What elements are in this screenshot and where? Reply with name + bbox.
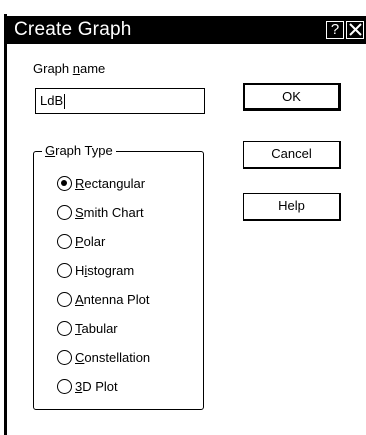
radio-button[interactable]	[57, 205, 72, 220]
radio-button[interactable]	[57, 292, 72, 307]
help-dialog-button[interactable]: Help	[243, 193, 341, 221]
dialog-body: Graph name LdB OK Cancel Help Graph Type…	[7, 44, 366, 435]
close-icon	[348, 23, 362, 36]
radio-label: Antenna Plot	[75, 292, 150, 307]
graph-name-input[interactable]: LdB	[35, 88, 205, 114]
radio-label: Rectangular	[75, 176, 146, 191]
help-button[interactable]: ?	[326, 21, 344, 39]
text-caret	[64, 94, 66, 110]
question-icon: ?	[330, 21, 340, 38]
radio-button[interactable]	[57, 176, 72, 191]
radio-button[interactable]	[57, 379, 72, 394]
radio-label: Histogram	[75, 263, 135, 278]
radio-button[interactable]	[57, 350, 72, 365]
radio-label: Polar	[75, 234, 106, 249]
graph-name-value: LdB	[40, 93, 64, 108]
title-bar[interactable]: Create Graph ?	[4, 16, 366, 44]
radio-button[interactable]	[57, 263, 72, 278]
graph-name-label: Graph name	[33, 61, 106, 76]
graph-type-legend: Graph Type	[42, 143, 116, 159]
dialog-title: Create Graph	[14, 19, 132, 40]
radio-label: Smith Chart	[75, 205, 144, 220]
cancel-button[interactable]: Cancel	[243, 141, 341, 169]
radio-label: Constellation	[75, 350, 151, 365]
close-button[interactable]	[346, 21, 364, 39]
ok-button[interactable]: OK	[243, 83, 341, 111]
radio-label: 3D Plot	[75, 379, 118, 394]
graph-type-group: Graph Type Rectangular Smith Chart Polar…	[33, 143, 204, 410]
radio-button[interactable]	[57, 234, 72, 249]
radio-button[interactable]	[57, 321, 72, 336]
radio-label: Tabular	[75, 321, 118, 336]
